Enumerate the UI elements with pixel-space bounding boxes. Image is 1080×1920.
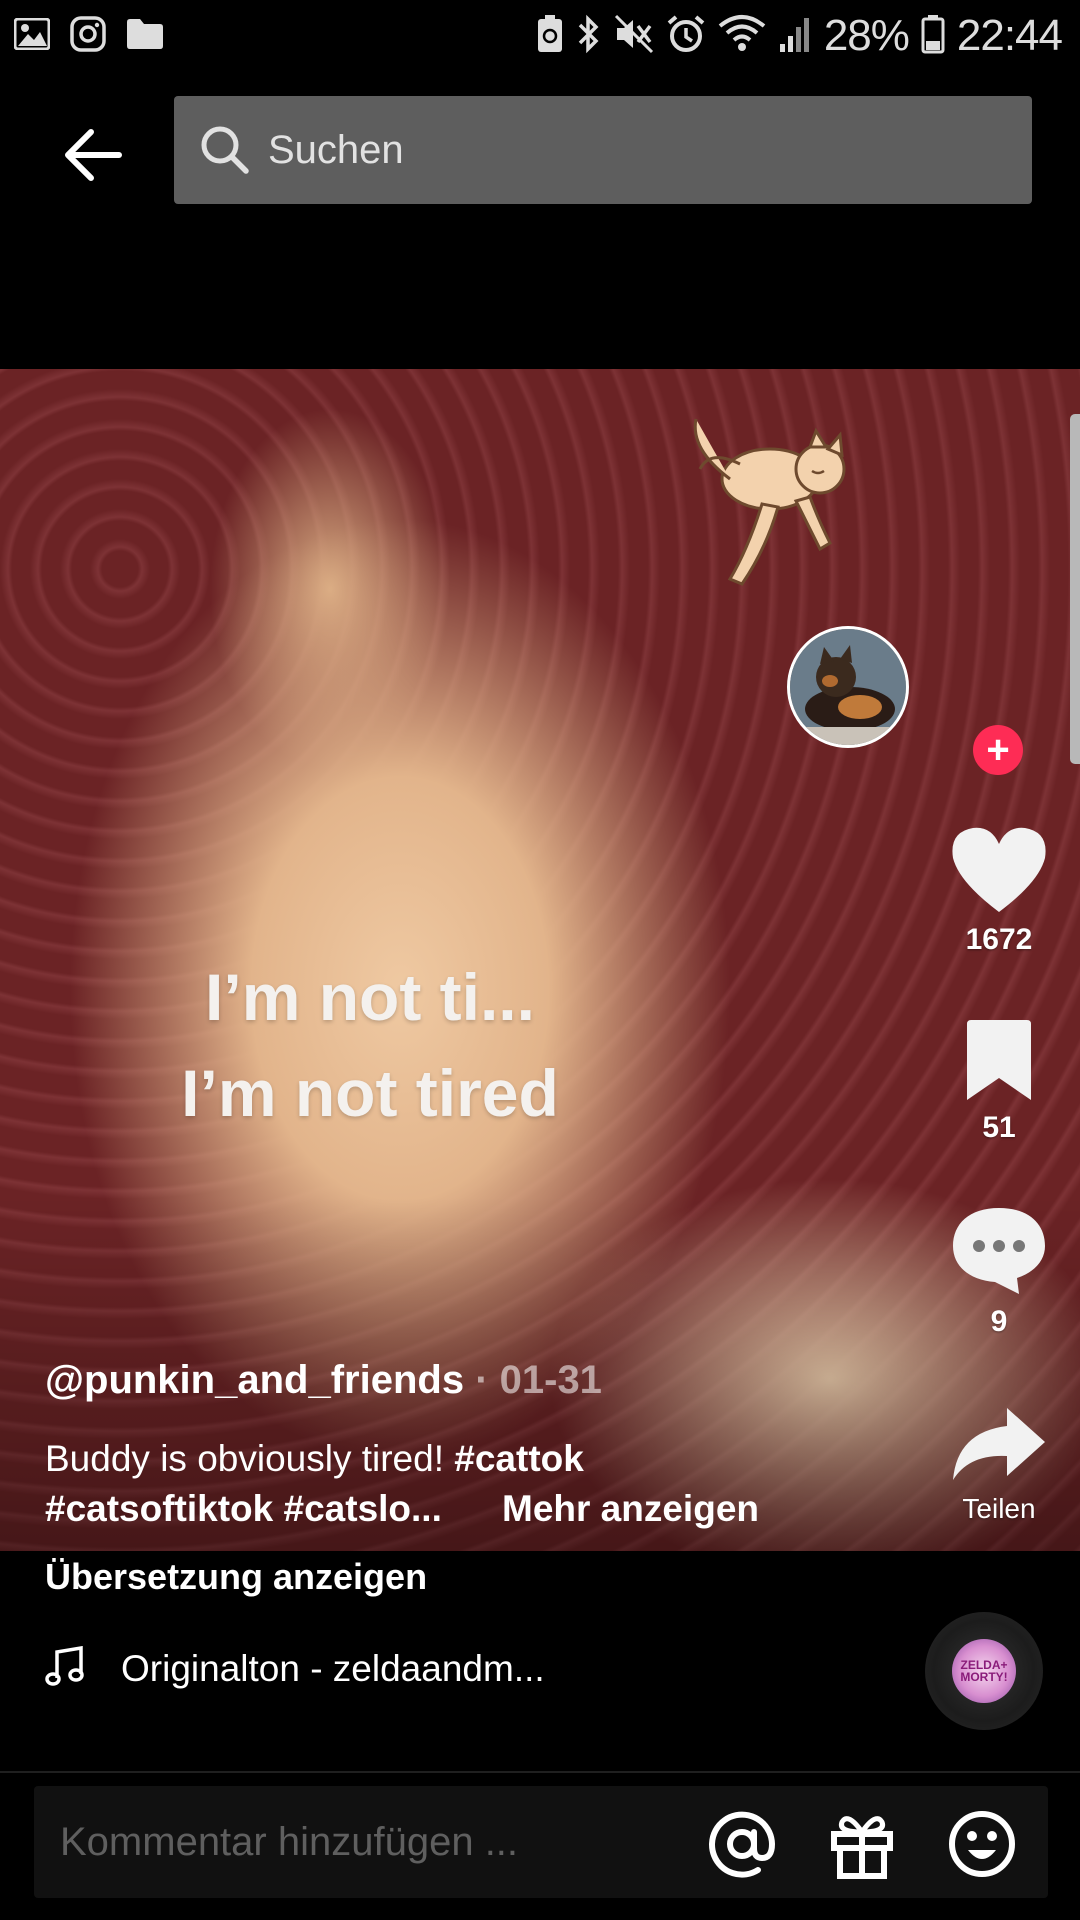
hashtag-link[interactable]: #catsoftiktok <box>45 1488 273 1529</box>
post-author-row: @punkin_and_friends · 01-31 <box>45 1358 602 1403</box>
battery-saver-icon <box>536 14 564 59</box>
heart-icon <box>949 827 1049 918</box>
battery-percent: 28% <box>823 11 910 60</box>
description-text: Buddy is obviously tired! <box>45 1438 455 1479</box>
username-link[interactable]: @punkin_and_friends <box>45 1358 464 1402</box>
status-bar-system: 28% 22:44 <box>536 10 1063 62</box>
mute-icon <box>614 14 654 59</box>
sound-disc[interactable]: ZELDA+ MORTY! <box>925 1612 1043 1730</box>
arrow-left-icon <box>63 128 123 186</box>
share-label: Teilen <box>962 1493 1036 1524</box>
sleeping-cat-sticker <box>670 409 870 599</box>
description-line-1: Buddy is obviously tired! #cattok <box>45 1438 584 1480</box>
caption-line-2: I’m not tired <box>181 1056 559 1130</box>
status-bar: 28% 22:44 <box>0 0 1080 72</box>
search-input[interactable]: Suchen <box>174 96 1032 204</box>
bookmark-icon <box>959 1020 1039 1106</box>
search-header: Suchen <box>0 72 1080 372</box>
folder-icon <box>126 18 164 55</box>
share-icon <box>949 1408 1049 1488</box>
video-caption: I’m not ti... I’m not tired <box>100 949 640 1141</box>
bookmark-count: 51 <box>982 1111 1016 1144</box>
hashtag-link[interactable]: #catslo... <box>284 1488 442 1529</box>
back-button[interactable] <box>58 122 128 192</box>
post-date: 01-31 <box>499 1358 602 1402</box>
description-line-2: #catsoftiktok #catslo... <box>45 1488 442 1530</box>
sound-link[interactable]: Originalton - zeldaandm... <box>45 1645 545 1691</box>
divider <box>0 1771 1080 1773</box>
date-separator: · <box>475 1358 500 1402</box>
search-placeholder: Suchen <box>268 127 404 172</box>
comment-bar: Kommentar hinzufügen ... <box>34 1786 1048 1898</box>
comment-button[interactable]: 9 <box>929 1204 1069 1339</box>
like-button[interactable]: 1672 <box>929 824 1069 957</box>
alarm-icon <box>666 14 706 59</box>
search-icon <box>198 123 252 177</box>
sound-disc-art: ZELDA+ MORTY! <box>952 1639 1016 1703</box>
comment-icon <box>949 1208 1049 1300</box>
clock: 22:44 <box>956 11 1063 60</box>
sound-title: Originalton - zeldaandm... <box>121 1647 545 1689</box>
status-bar-notifications <box>13 16 164 57</box>
creator-avatar[interactable] <box>787 626 909 748</box>
hashtag-link[interactable]: #cattok <box>454 1438 584 1479</box>
emoji-icon[interactable] <box>946 1808 1018 1880</box>
comment-count: 9 <box>990 1305 1008 1338</box>
caption-line-1: I’m not ti... <box>205 960 535 1034</box>
plus-icon: + <box>986 728 1010 772</box>
instagram-icon <box>70 16 106 57</box>
show-more-button[interactable]: Mehr anzeigen <box>502 1488 759 1530</box>
share-button[interactable]: Teilen <box>929 1404 1069 1525</box>
battery-icon <box>921 14 945 59</box>
gift-icon[interactable] <box>826 1808 898 1880</box>
bluetooth-icon <box>576 14 602 59</box>
follow-button[interactable]: + <box>973 725 1023 775</box>
mention-icon[interactable] <box>706 1808 778 1880</box>
image-icon <box>13 17 51 55</box>
signal-icon <box>778 14 812 59</box>
music-note-icon <box>45 1645 85 1691</box>
bookmark-button[interactable]: 51 <box>929 1018 1069 1145</box>
wifi-icon <box>718 14 766 59</box>
like-count: 1672 <box>965 923 1033 956</box>
avatar <box>787 626 909 748</box>
show-translation-button[interactable]: Übersetzung anzeigen <box>45 1556 427 1598</box>
scroll-indicator <box>1070 414 1080 764</box>
comment-input[interactable]: Kommentar hinzufügen ... <box>60 1820 518 1865</box>
